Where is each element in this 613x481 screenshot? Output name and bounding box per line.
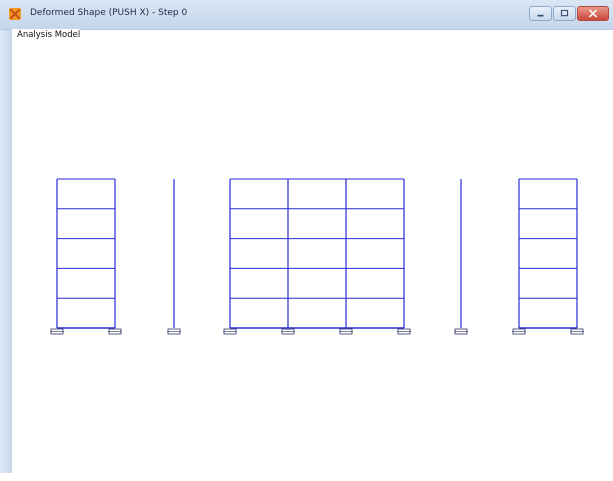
maximize-icon [560, 9, 569, 17]
window-title: Deformed Shape (PUSH X) - Step 0 [30, 8, 188, 18]
window-left-border [0, 0, 12, 481]
model-layer [50, 178, 584, 335]
minimize-button[interactable] [529, 6, 552, 21]
maximize-button[interactable] [553, 6, 576, 21]
analysis-model-label: Analysis Model [12, 29, 81, 41]
sap-app-icon [9, 8, 21, 20]
frame-model [50, 178, 584, 335]
window-bottom-edge [0, 473, 613, 481]
close-button[interactable] [577, 6, 609, 21]
deformed-shape-window: Deformed Shape (PUSH X) - Step 0 Analysi… [0, 0, 613, 481]
model-canvas[interactable] [12, 41, 613, 471]
title-bar[interactable]: Deformed Shape (PUSH X) - Step 0 [0, 0, 613, 30]
close-icon [589, 9, 597, 18]
minimize-icon [537, 14, 544, 17]
caption-buttons [529, 6, 609, 21]
